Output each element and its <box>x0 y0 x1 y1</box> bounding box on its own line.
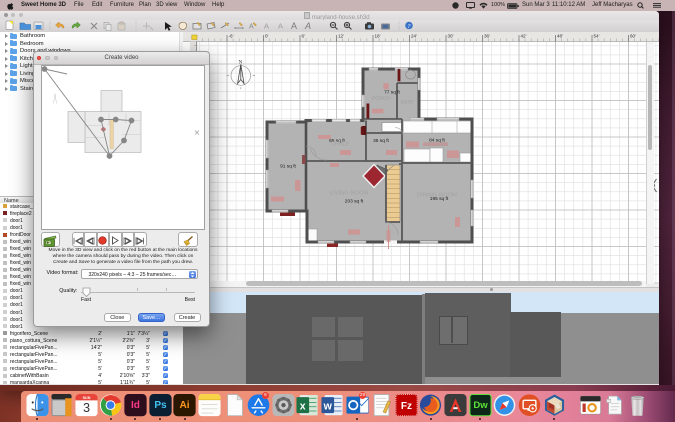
svg-text:A: A <box>264 22 269 31</box>
svg-text:91 sq ft: 91 sq ft <box>280 164 296 170</box>
svg-text:A: A <box>304 21 311 31</box>
svg-text:A: A <box>249 24 254 31</box>
svg-text:24': 24' <box>411 34 417 39</box>
svg-text:LIVING ROOM: LIVING ROOM <box>330 191 369 197</box>
svg-text:DINING ROOM: DINING ROOM <box>417 193 457 199</box>
svg-text:OFFICE: OFFICE <box>331 142 350 148</box>
svg-text:36': 36' <box>484 34 490 39</box>
svg-text:42': 42' <box>521 34 527 39</box>
svg-text:w: w <box>322 400 332 412</box>
svg-text:18': 18' <box>375 34 381 39</box>
svg-text:30': 30' <box>448 34 454 39</box>
svg-text:12': 12' <box>338 34 344 39</box>
svg-text:77 sq ft: 77 sq ft <box>384 90 400 96</box>
svg-text:KITCHEN: KITCHEN <box>424 142 448 148</box>
svg-text:48': 48' <box>557 34 563 39</box>
svg-text:6': 6' <box>302 34 306 39</box>
svg-text:0': 0' <box>265 34 269 39</box>
svg-text:-6': -6' <box>229 34 234 39</box>
svg-text:BATH: BATH <box>401 100 414 106</box>
svg-text:60': 60' <box>630 34 636 39</box>
svg-text:A: A <box>291 21 297 31</box>
svg-text:SUN: SUN <box>82 396 90 400</box>
svg-text:x: x <box>300 400 306 412</box>
svg-text:35 sq ft: 35 sq ft <box>373 138 389 144</box>
svg-text:N: N <box>239 61 243 66</box>
svg-text:54': 54' <box>594 34 600 39</box>
svg-text:203 sq ft: 203 sq ft <box>345 199 364 205</box>
svg-text:A: A <box>278 22 283 31</box>
svg-text:PORCH: PORCH <box>372 96 390 102</box>
svg-text:3: 3 <box>83 400 90 415</box>
